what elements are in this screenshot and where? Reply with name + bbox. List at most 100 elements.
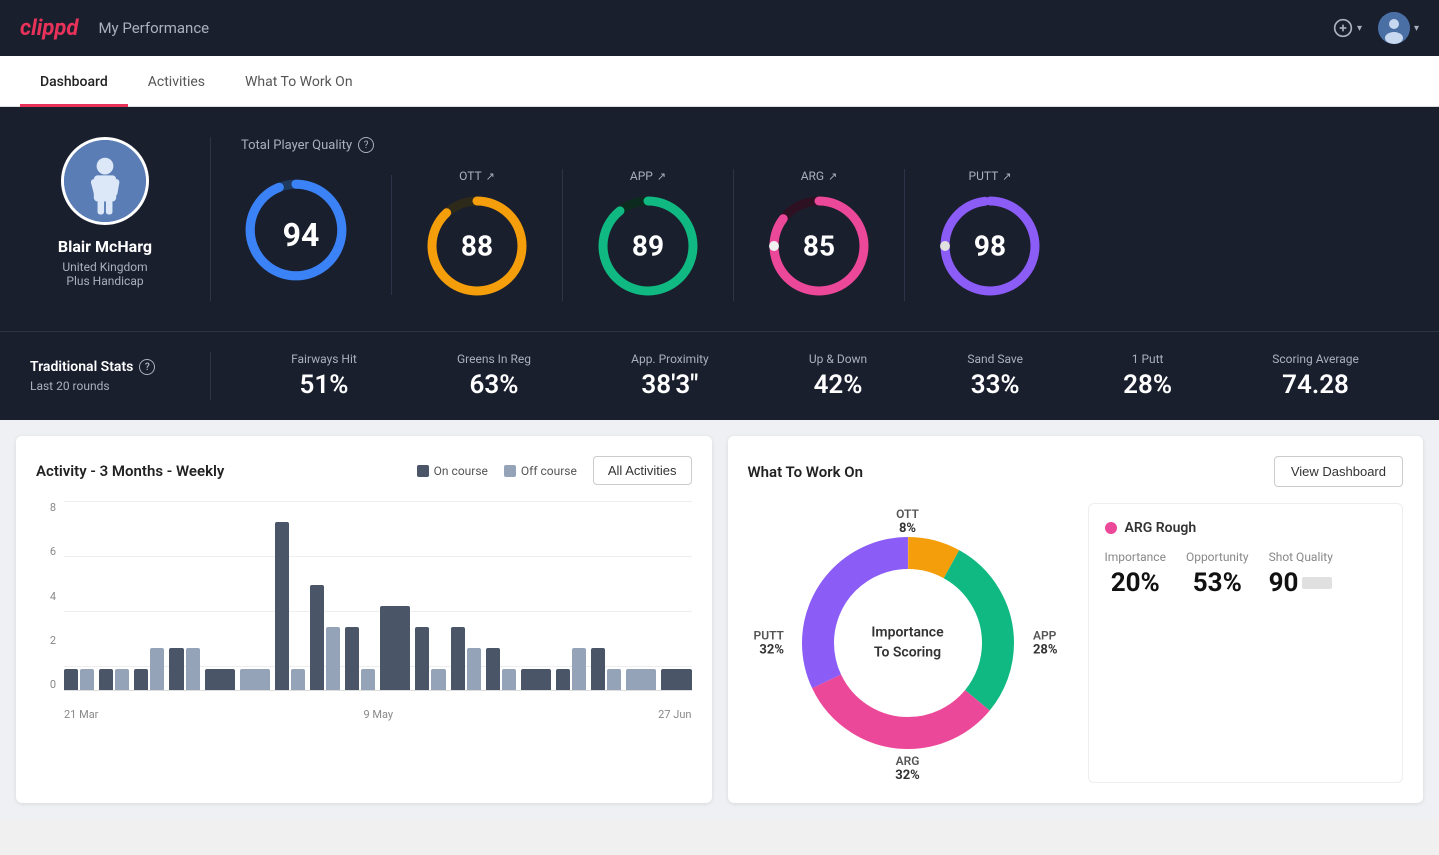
player-handicap: Plus Handicap — [66, 274, 143, 288]
bar-group — [205, 501, 235, 690]
bar-off-course — [572, 648, 586, 690]
bar-off-course — [80, 669, 94, 690]
bar-off-course — [115, 669, 129, 690]
trad-help-icon[interactable]: ? — [139, 359, 155, 375]
quality-gauges: 94 OTT ↗ 88 AP — [241, 169, 1409, 301]
activity-chart: 8 6 4 2 0 21 Mar 9 May 27 Jun — [36, 501, 692, 721]
gauge-ott: OTT ↗ 88 — [392, 169, 563, 301]
trad-label-section: Traditional Stats ? Last 20 rounds — [30, 359, 210, 393]
avatar-chevron-icon: ▾ — [1414, 23, 1419, 34]
player-country: United Kingdom — [62, 260, 147, 274]
stat-sand-save: Sand Save 33% — [967, 352, 1023, 400]
tab-activities[interactable]: Activities — [128, 56, 225, 107]
logo[interactable]: clippd — [20, 16, 78, 41]
bar-on-course — [521, 669, 551, 690]
gauge-circle-app: 89 — [593, 191, 703, 301]
donut-container: ImportanceTo Scoring OTT 8% APP 28% ARG … — [768, 503, 1048, 783]
bar-group — [64, 501, 94, 690]
shot-quality-bar — [1302, 577, 1332, 589]
gauge-circle-putt: 98 — [935, 191, 1045, 301]
gauge-label-ott: OTT ↗ — [459, 169, 495, 183]
label-ott: OTT 8% — [896, 507, 919, 536]
bar-group — [451, 501, 481, 690]
bar-group — [169, 501, 199, 690]
activity-panel-header: Activity - 3 Months - Weekly On course O… — [36, 456, 692, 485]
bar-on-course — [205, 669, 235, 690]
info-card-metrics: Importance 20% Opportunity 53% Shot Qual… — [1105, 550, 1387, 598]
header-left: clippd My Performance — [20, 16, 209, 41]
logo-text: clippd — [20, 16, 78, 41]
bar-group — [240, 501, 270, 690]
bar-group — [626, 501, 656, 690]
player-info: Blair McHarg United Kingdom Plus Handica… — [30, 137, 210, 301]
gauge-value-total: 94 — [283, 216, 320, 254]
bottom-panels: Activity - 3 Months - Weekly On course O… — [0, 420, 1439, 819]
bar-off-course — [431, 669, 445, 690]
card-dot — [1105, 522, 1117, 534]
trad-sublabel: Last 20 rounds — [30, 379, 210, 393]
bar-off-course — [626, 669, 656, 690]
bar-off-course — [240, 669, 270, 690]
bar-on-course — [451, 627, 465, 690]
gauge-value-ott: 88 — [461, 230, 493, 263]
player-name: Blair McHarg — [58, 237, 152, 256]
bar-on-course — [310, 585, 324, 690]
bar-on-course — [64, 669, 78, 690]
trad-label: Traditional Stats ? — [30, 359, 210, 375]
metric-opportunity: Opportunity 53% — [1186, 550, 1249, 598]
view-dashboard-button[interactable]: View Dashboard — [1274, 456, 1403, 487]
player-avatar — [61, 137, 149, 225]
bar-off-course — [467, 648, 481, 690]
stat-app-proximity: App. Proximity 38'3" — [631, 352, 709, 400]
bar-off-course — [326, 627, 340, 690]
quality-help-icon[interactable]: ? — [358, 137, 374, 153]
legend-on-course: On course — [417, 464, 488, 478]
wtwo-content: ImportanceTo Scoring OTT 8% APP 28% ARG … — [748, 503, 1404, 783]
tab-what-to-work-on[interactable]: What To Work On — [225, 56, 373, 107]
trad-stats-items: Fairways Hit 51% Greens In Reg 63% App. … — [210, 352, 1409, 400]
chart-y-labels: 8 6 4 2 0 — [36, 501, 56, 691]
label-arg: ARG 32% — [895, 754, 920, 783]
gauge-putt: PUTT ↗ 98 — [905, 169, 1075, 301]
stat-greens: Greens In Reg 63% — [457, 352, 531, 400]
tab-dashboard[interactable]: Dashboard — [20, 56, 128, 107]
info-card-section: ARG Rough Importance 20% Opportunity 53%… — [1088, 503, 1404, 783]
gauge-value-putt: 98 — [974, 230, 1006, 263]
all-activities-button[interactable]: All Activities — [593, 456, 692, 485]
donut-svg — [768, 503, 1048, 783]
gauge-label-arg: ARG ↗ — [801, 169, 838, 183]
stat-one-putt: 1 Putt 28% — [1123, 352, 1172, 400]
bar-off-course — [502, 669, 516, 690]
bar-on-course — [380, 606, 410, 690]
wtwo-panel-title: What To Work On — [748, 463, 864, 481]
legend-dot-on — [417, 465, 429, 477]
gauge-app: APP ↗ 89 — [563, 169, 734, 301]
legend-dot-off — [504, 465, 516, 477]
bar-on-course — [661, 669, 691, 690]
metric-importance: Importance 20% — [1105, 550, 1166, 598]
bar-off-course — [361, 669, 375, 690]
info-card-title: ARG Rough — [1105, 520, 1387, 536]
chart-bars — [64, 501, 692, 691]
stat-up-down: Up & Down 42% — [809, 352, 867, 400]
traditional-stats: Traditional Stats ? Last 20 rounds Fairw… — [0, 331, 1439, 420]
donut-section: ImportanceTo Scoring OTT 8% APP 28% ARG … — [748, 503, 1068, 783]
bar-group — [345, 501, 375, 690]
stats-banner: Blair McHarg United Kingdom Plus Handica… — [0, 107, 1439, 331]
gauge-circle-ott: 88 — [422, 191, 532, 301]
avatar-button[interactable]: ▾ — [1378, 12, 1419, 44]
add-button[interactable]: ▾ — [1333, 18, 1362, 38]
bar-on-course — [556, 669, 570, 690]
header-right: ▾ ▾ — [1333, 12, 1419, 44]
bar-group — [134, 501, 164, 690]
wtwo-panel-header: What To Work On View Dashboard — [748, 456, 1404, 487]
legend-off-course: Off course — [504, 464, 577, 478]
activity-panel: Activity - 3 Months - Weekly On course O… — [16, 436, 712, 803]
header-title: My Performance — [98, 19, 209, 37]
bar-on-course — [99, 669, 113, 690]
bar-on-course — [591, 648, 605, 690]
bar-group — [556, 501, 586, 690]
gauge-total: 94 — [241, 175, 392, 295]
bar-group — [99, 501, 129, 690]
chart-x-labels: 21 Mar 9 May 27 Jun — [64, 708, 692, 721]
